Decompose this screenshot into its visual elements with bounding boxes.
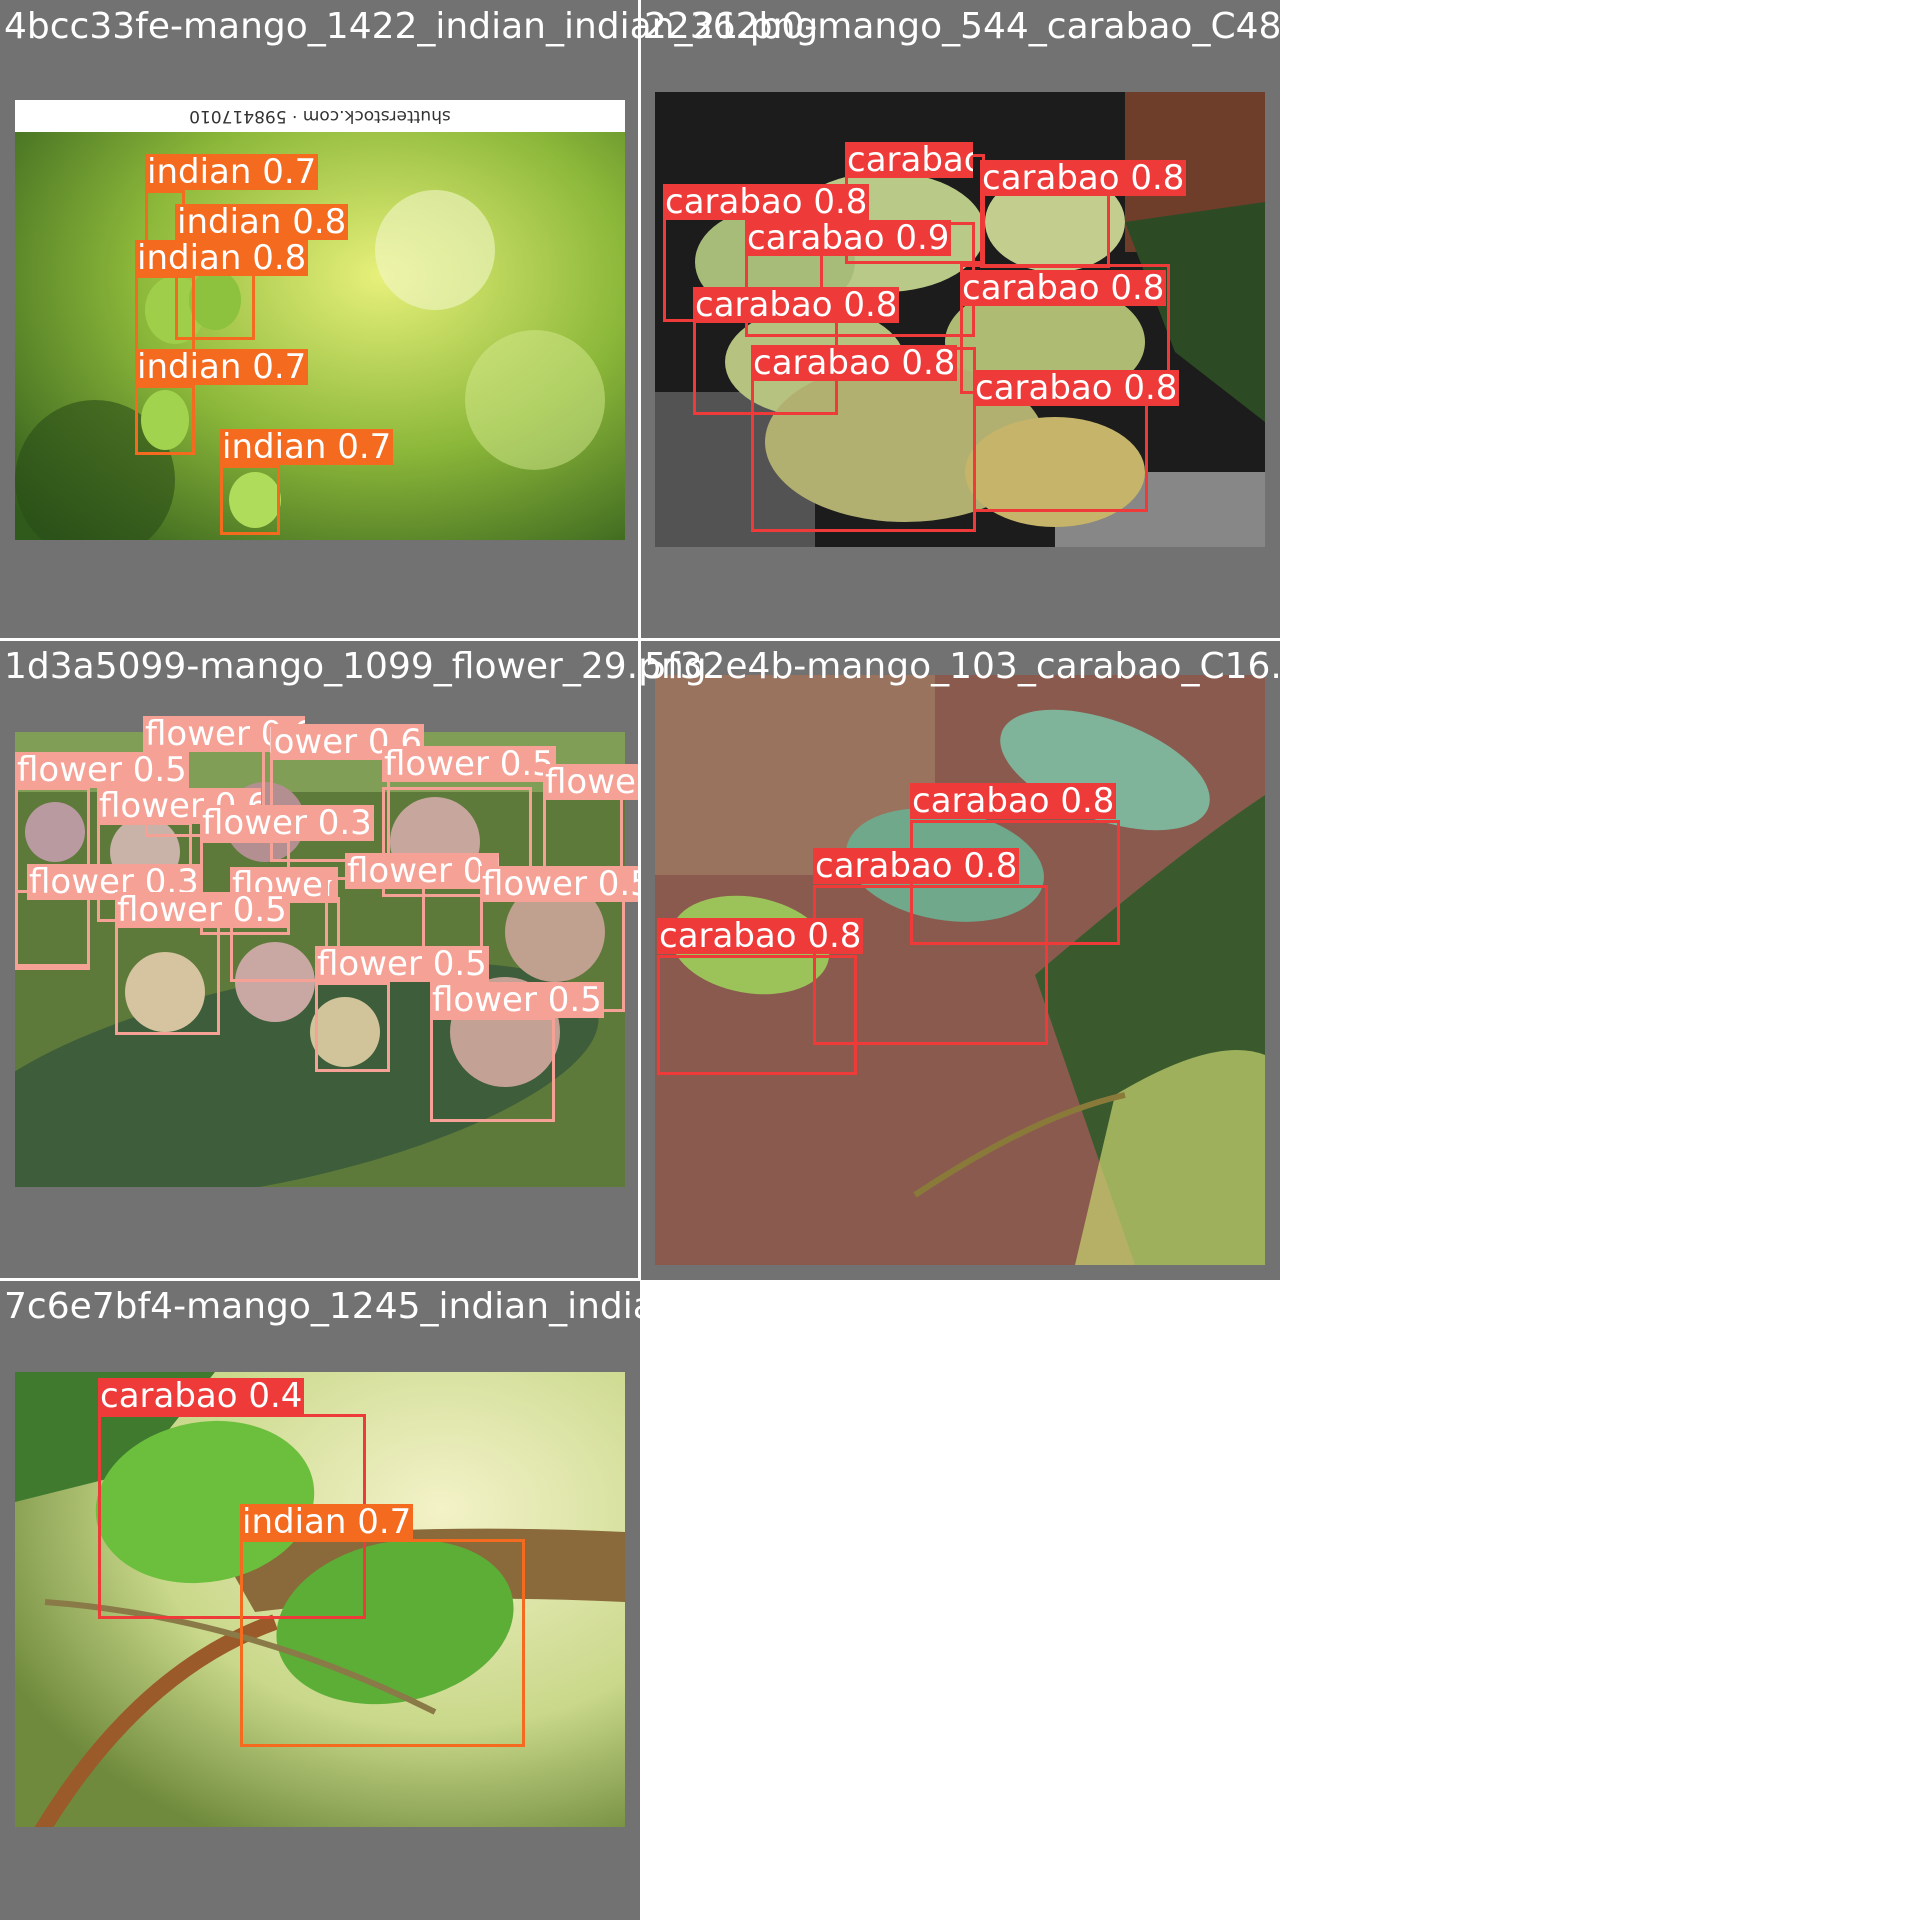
bbox [135,275,195,355]
bbox [15,890,90,970]
grid-divider [0,638,1280,641]
detection-label: indian 0.7 [145,152,319,192]
bbox [430,1017,555,1122]
detection-label: indian 0.7 [220,427,394,467]
image-filename: 7c6e7bf4-mango_1245_indian_indian_1.png [4,1286,799,1327]
detection-label: flower 0.5 [15,750,189,790]
photo-1-image [15,100,625,540]
image-tile-2: carabao 0.8 carabao 0.8 carabao 0.8 cara… [640,0,1361,640]
detection-label: carabao 0.8 [973,368,1180,408]
grid-divider [0,1278,640,1281]
photo-2: carabao 0.8 carabao 0.8 carabao 0.8 cara… [655,92,1265,547]
detection-label: carabao 0.9 [745,218,952,258]
detection-label: carabao 0.8 [980,158,1187,198]
detection-label: flower 0.5 [345,853,499,889]
image-tile-5: carabao 0.4 indian 0.7 7c6e7bf4-mango_12… [0,1280,798,1920]
detection-label: carabao 0.8 [657,916,864,956]
detection-label: indian 0.8 [175,202,349,242]
bbox [315,982,390,1072]
photo-5: carabao 0.4 indian 0.7 [15,1372,625,1827]
bbox [657,955,857,1075]
detection-label: flower 0.5 [430,980,604,1020]
detection-label: flower 0.5 [115,890,289,930]
detection-label: carabao 0.8 [813,846,1020,886]
bbox [240,1539,525,1747]
watermark-text: shutterstock.com · 598417010 [15,100,625,132]
detection-label: indian 0.7 [135,347,309,387]
detection-label: flower 0.5 [480,864,654,904]
detection-label: flower 0.3 [200,803,374,843]
bbox [115,915,220,1035]
detection-label: carabao 0.8 [751,343,958,383]
detection-label: carabao 0.8 [693,285,900,325]
detection-label: carabao 0.4 [98,1376,305,1416]
photo-1: shutterstock.com · 598417010 indian 0.7 … [15,100,625,540]
image-tile-1: shutterstock.com · 598417010 indian 0.7 … [0,0,818,640]
detection-label: carabao 0.8 [845,142,973,178]
image-tile-3: flower 0.6 flower 0.6 flower 0.5 flower … [0,640,717,1280]
detection-label: indian 0.8 [135,238,309,278]
photo-4: carabao 0.8 carabao 0.8 carabao 0.8 [655,675,1265,1265]
bbox [135,385,195,455]
detection-label: carabao 0.8 [663,182,870,222]
detection-label: indian 0.7 [240,1502,414,1542]
detection-label: flower 0.5 [315,944,489,984]
image-filename: 5f32e4b-mango_103_carabao_C16.png [644,646,1351,687]
detection-label: flower 0.5 [382,744,556,784]
image-filename: 22362b0-mango_544_carabao_C48.png [644,6,1362,47]
bbox [220,465,280,535]
image-tile-4: carabao 0.8 carabao 0.8 carabao 0.8 5f32… [640,640,1350,1280]
image-filename: 1d3a5099-mango_1099_flower_29.png [4,646,707,687]
photo-3: flower 0.6 flower 0.6 flower 0.5 flower … [15,716,717,1187]
detection-label: carabao 0.8 [910,781,1117,821]
detection-label: carabao 0.8 [960,268,1167,308]
